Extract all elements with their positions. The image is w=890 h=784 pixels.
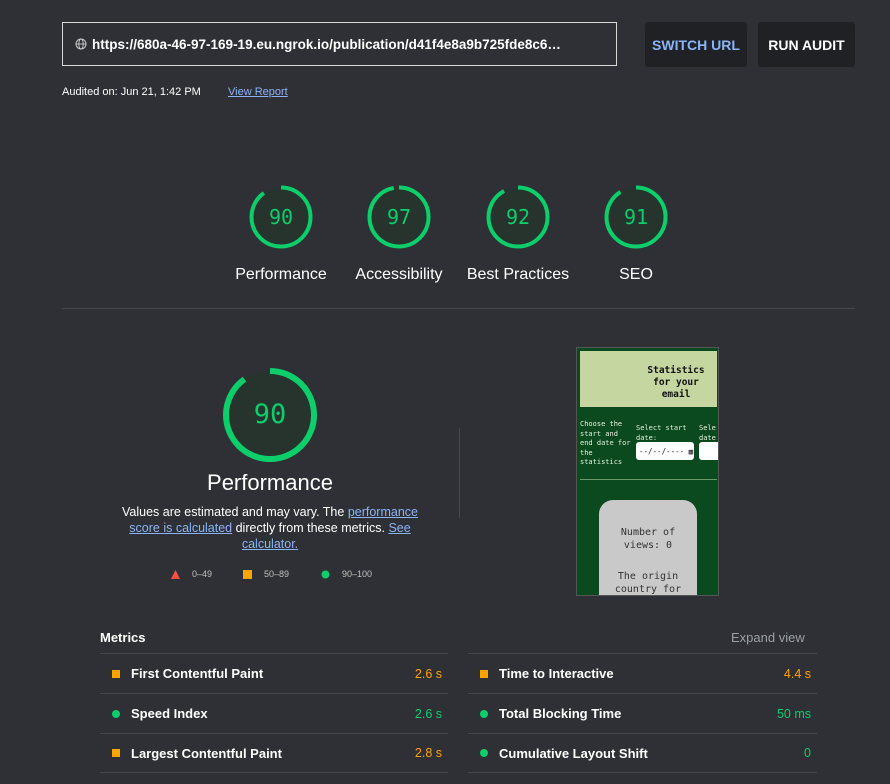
pass-circle-icon: [480, 749, 488, 757]
globe-icon: [75, 38, 87, 50]
card-text: views: 0: [623, 540, 673, 551]
metrics-title: Metrics: [100, 630, 146, 645]
gauge-ring-best-practices: 92: [486, 185, 550, 249]
screenshot-end-date: [699, 442, 718, 460]
expand-view-toggle[interactable]: Expand view: [731, 630, 805, 645]
metric-value: 2.6 s: [414, 666, 442, 681]
metric-time-to-interactive: Time to Interactive 4.4 s: [468, 653, 817, 693]
triangle-icon: [171, 569, 180, 579]
gauge-score: 90: [269, 205, 293, 229]
legend-range: 90–100: [342, 569, 373, 579]
gauge-ring-performance: 90: [249, 185, 313, 249]
vertical-divider: [459, 428, 460, 518]
url-text: https://680a-46-97-169-19.eu.ngrok.io/pu…: [92, 36, 561, 52]
gauge-accessibility[interactable]: 97 Accessibility: [339, 184, 459, 284]
section-divider: [62, 308, 855, 309]
switch-url-button[interactable]: SWITCH URL: [645, 22, 747, 67]
performance-description: Values are estimated and may vary. The p…: [112, 504, 428, 552]
gauge-performance[interactable]: 90 Performance: [221, 184, 341, 284]
card-text: Number of: [620, 527, 676, 538]
screenshot-form-label: Choose the start and end date for the st…: [580, 420, 631, 466]
average-square-icon: [480, 669, 488, 678]
gauge-ring-accessibility: 97: [367, 185, 431, 249]
screenshot-title: Statistics for your email: [647, 365, 705, 400]
metric-name: Time to Interactive: [499, 666, 614, 681]
gauge-ring-seo: 91: [604, 185, 668, 249]
pass-circle-icon: [112, 709, 120, 718]
gauge-label: Performance: [235, 266, 327, 283]
screenshot-start-date: --/--/---- ▦: [636, 442, 694, 460]
gauge-label: SEO: [619, 266, 653, 283]
performance-title: Performance: [207, 470, 333, 495]
square-icon: [243, 569, 252, 579]
metric-cumulative-layout-shift: Cumulative Layout Shift 0: [468, 733, 817, 773]
gauge-score: 91: [624, 205, 648, 229]
audited-on-text: Audited on: Jun 21, 1:42 PM: [62, 86, 201, 98]
metric-name: Speed Index: [131, 706, 208, 721]
gauge-best-practices[interactable]: 92 Best Practices: [458, 184, 578, 284]
circle-icon: [321, 570, 330, 578]
average-square-icon: [112, 669, 120, 678]
card-text: The origin: [617, 571, 679, 582]
screenshot-header: Statistics for your email: [580, 351, 717, 407]
pass-circle-icon: [480, 709, 488, 718]
metric-speed-index: Speed Index 2.6 s: [100, 693, 448, 733]
metric-largest-contentful-paint: Largest Contentful Paint 2.8 s: [100, 733, 448, 773]
legend-average: 50–89: [243, 569, 289, 579]
performance-big-score: 90: [254, 399, 287, 430]
metric-value: 2.6 s: [414, 706, 442, 721]
screenshot-rule: [580, 479, 717, 480]
legend-pass: 90–100: [321, 569, 372, 579]
run-audit-button[interactable]: RUN AUDIT: [758, 22, 855, 67]
description-text-2: directly from these metrics.: [232, 521, 385, 535]
legend-fail: 0–49: [171, 569, 212, 579]
gauge-label: Best Practices: [466, 266, 570, 283]
screenshot-end-label: Sele date: [699, 424, 716, 442]
metric-value: 2.8 s: [414, 746, 442, 760]
metric-total-blocking-time: Total Blocking Time 50 ms: [468, 693, 817, 733]
screenshot-start-label: Select start date:: [636, 424, 687, 442]
performance-big-gauge: 90: [220, 365, 320, 470]
gauge-label: Accessibility: [355, 266, 443, 283]
gauge-seo[interactable]: 91 SEO: [576, 184, 696, 284]
average-square-icon: [112, 749, 120, 757]
metric-name: Largest Contentful Paint: [131, 745, 282, 761]
metric-value: 4.4 s: [783, 666, 811, 681]
gauge-score: 92: [506, 205, 530, 229]
view-report-link[interactable]: View Report: [228, 86, 288, 98]
card-text: country for: [614, 584, 682, 595]
url-input[interactable]: https://680a-46-97-169-19.eu.ngrok.io/pu…: [62, 22, 617, 66]
description-text: Values are estimated and may vary. The: [122, 505, 348, 519]
metric-name: First Contentful Paint: [131, 666, 264, 681]
gauge-score: 97: [387, 205, 411, 229]
metric-first-contentful-paint: First Contentful Paint 2.6 s: [100, 653, 448, 693]
metric-value: 0: [804, 746, 811, 760]
metric-name: Total Blocking Time: [499, 706, 622, 721]
metric-value: 50 ms: [776, 706, 811, 721]
performance-big-ring: 90: [223, 368, 317, 462]
screenshot-card: Number of views: 0 The origin country fo…: [599, 500, 697, 595]
metric-name: Cumulative Layout Shift: [499, 745, 648, 761]
legend-range: 0–49: [192, 569, 213, 579]
page-screenshot[interactable]: Statistics for your email Choose the sta…: [576, 347, 719, 596]
legend-range: 50–89: [264, 569, 290, 579]
